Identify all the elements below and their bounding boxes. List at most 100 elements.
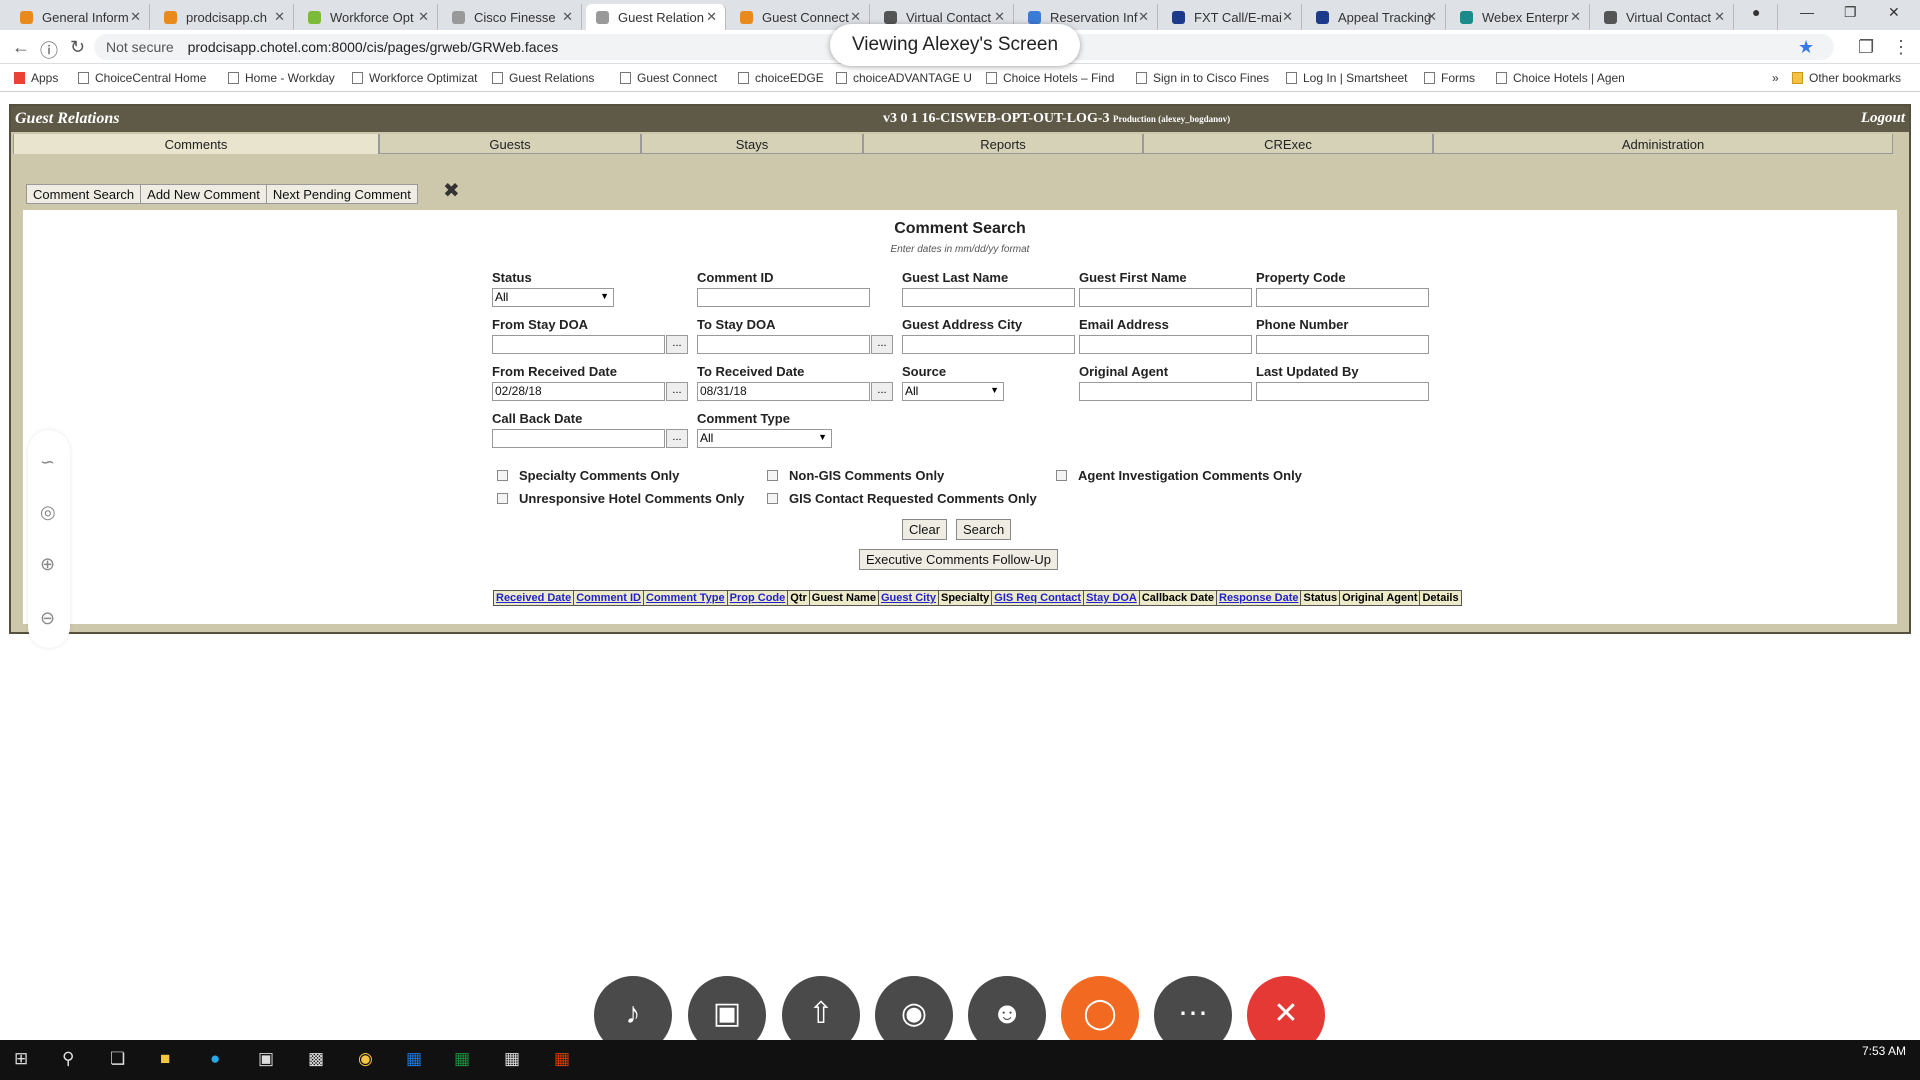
tab-crexec[interactable]: CRExec bbox=[1143, 134, 1433, 154]
date-picker-button[interactable]: ... bbox=[666, 335, 688, 354]
search-icon[interactable]: ⚲ bbox=[62, 1049, 74, 1069]
close-tab-icon[interactable]: ✕ bbox=[1426, 9, 1437, 25]
cast-icon[interactable]: ❐ bbox=[1858, 37, 1874, 58]
tab-administration[interactable]: Administration bbox=[1433, 134, 1893, 154]
bookmark-item[interactable]: Workforce Optimizat bbox=[352, 71, 477, 85]
close-tab-icon[interactable]: ✕ bbox=[1138, 9, 1149, 25]
column-header[interactable]: Response Date bbox=[1215, 590, 1302, 606]
bookmark-item[interactable]: choiceEDGE bbox=[738, 71, 824, 85]
other-bookmarks[interactable]: Other bookmarks bbox=[1792, 71, 1901, 85]
close-tab-icon[interactable]: ✕ bbox=[994, 9, 1005, 25]
browser-tab[interactable]: Appeal Tracking ✕ bbox=[1306, 4, 1446, 30]
tab-reports[interactable]: Reports bbox=[863, 134, 1143, 154]
reload-icon[interactable]: ↻ bbox=[70, 37, 85, 58]
bookmark-item[interactable]: Sign in to Cisco Fines bbox=[1136, 71, 1269, 85]
agent-investigation-checkbox[interactable]: Agent Investigation Comments Only bbox=[1056, 468, 1302, 483]
restore-window-icon[interactable]: ❐ bbox=[1844, 4, 1857, 21]
comment-search-button[interactable]: Comment Search bbox=[26, 184, 142, 204]
close-tab-icon[interactable]: ✕ bbox=[706, 9, 717, 25]
browser-tab[interactable]: General Inform ✕ bbox=[10, 4, 150, 30]
back-icon[interactable]: ← bbox=[12, 37, 30, 58]
pen-icon[interactable]: ∽ bbox=[40, 452, 55, 473]
last-updated-by-field[interactable] bbox=[1256, 382, 1429, 401]
close-tab-icon[interactable]: ✕ bbox=[418, 9, 429, 25]
checkbox-box[interactable] bbox=[497, 470, 508, 481]
bookmark-item[interactable]: Home - Workday bbox=[228, 71, 335, 85]
from-stay-doa-field[interactable] bbox=[492, 335, 665, 354]
info-icon[interactable]: ⓘ bbox=[40, 37, 58, 63]
browser-tab[interactable]: Virtual Contact ✕ bbox=[1594, 4, 1734, 30]
menu-icon[interactable]: ⋮ bbox=[1892, 37, 1910, 58]
close-window-icon[interactable]: ✕ bbox=[1888, 4, 1900, 21]
close-tab-icon[interactable]: ✕ bbox=[274, 9, 285, 25]
column-header[interactable]: Comment Type bbox=[643, 590, 728, 606]
sticky-notes-icon[interactable]: ▩ bbox=[308, 1049, 324, 1069]
bookmark-star-icon[interactable]: ★ bbox=[1798, 37, 1814, 58]
zoom-in-icon[interactable]: ⊕ bbox=[40, 554, 55, 575]
task-view-icon[interactable]: ❏ bbox=[110, 1049, 125, 1069]
checkbox-box[interactable] bbox=[767, 470, 778, 481]
column-header[interactable]: Stay DOA bbox=[1083, 590, 1140, 606]
bookmark-item[interactable]: Guest Relations bbox=[492, 71, 594, 85]
acrobat-icon[interactable]: ▦ bbox=[554, 1049, 570, 1069]
date-picker-button[interactable]: ... bbox=[666, 382, 688, 401]
browser-tab[interactable]: Guest Relation ✕ bbox=[586, 4, 726, 30]
tab-stays[interactable]: Stays bbox=[641, 134, 863, 154]
bookmark-item[interactable]: Forms bbox=[1424, 71, 1475, 85]
skype-icon[interactable]: ● bbox=[210, 1049, 220, 1069]
close-tab-icon[interactable]: ✕ bbox=[562, 9, 573, 25]
status-select[interactable]: All ▼ bbox=[492, 288, 614, 307]
browser-tab[interactable]: FXT Call/E-mai ✕ bbox=[1162, 4, 1302, 30]
tab-comments[interactable]: Comments bbox=[13, 134, 379, 154]
column-header[interactable]: GIS Req Contact bbox=[991, 590, 1085, 606]
column-header[interactable]: Guest City bbox=[877, 590, 939, 606]
bookmark-item[interactable]: Guest Connect bbox=[620, 71, 717, 85]
bookmarks-overflow-icon[interactable]: » bbox=[1772, 71, 1779, 85]
browser-tab[interactable]: Cisco Finesse ✕ bbox=[442, 4, 582, 30]
phone-number-field[interactable] bbox=[1256, 335, 1429, 354]
minimize-window-icon[interactable]: — bbox=[1800, 4, 1814, 20]
comment-id-field[interactable] bbox=[697, 288, 870, 307]
bookmark-item[interactable]: Apps bbox=[14, 71, 58, 85]
column-header[interactable]: Prop Code bbox=[726, 590, 789, 606]
add-new-comment-button[interactable]: Add New Comment bbox=[140, 184, 267, 204]
close-tab-icon[interactable]: ✕ bbox=[1282, 9, 1293, 25]
search-button[interactable]: Search bbox=[956, 519, 1012, 540]
date-picker-button[interactable]: ... bbox=[666, 429, 688, 448]
browser-tab[interactable]: Workforce Opt ✕ bbox=[298, 4, 438, 30]
call-back-date-field[interactable] bbox=[492, 429, 665, 448]
calculator-icon[interactable]: ▦ bbox=[504, 1049, 520, 1069]
date-picker-button[interactable]: ... bbox=[871, 382, 893, 401]
checkbox-box[interactable] bbox=[767, 493, 778, 504]
bookmark-item[interactable]: Log In | Smartsheet bbox=[1286, 71, 1408, 85]
logout-link[interactable]: Logout bbox=[1861, 110, 1905, 127]
source-select[interactable]: All ▼ bbox=[902, 382, 1004, 401]
clear-button[interactable]: Clear bbox=[902, 519, 948, 540]
guest-first-name-field[interactable] bbox=[1079, 288, 1252, 307]
column-header[interactable]: Comment ID bbox=[573, 590, 644, 606]
zoom-out-icon[interactable]: ⊖ bbox=[40, 608, 55, 629]
profile-icon[interactable]: ● bbox=[1752, 4, 1760, 20]
checkbox-box[interactable] bbox=[497, 493, 508, 504]
checkbox-box[interactable] bbox=[1056, 470, 1067, 481]
bookmark-item[interactable]: ChoiceCentral Home bbox=[78, 71, 206, 85]
outlook-icon[interactable]: ▦ bbox=[406, 1049, 422, 1069]
file-explorer-icon[interactable]: ■ bbox=[160, 1049, 170, 1069]
close-tab-icon[interactable]: ✕ bbox=[850, 9, 861, 25]
chrome-icon[interactable]: ◉ bbox=[358, 1049, 373, 1069]
specialty-comments-checkbox[interactable]: Specialty Comments Only bbox=[497, 468, 679, 483]
tools-icon[interactable]: ✖ bbox=[443, 178, 460, 203]
bookmark-item[interactable]: Choice Hotels – Find bbox=[986, 71, 1114, 85]
close-tab-icon[interactable]: ✕ bbox=[130, 9, 141, 25]
next-pending-comment-button[interactable]: Next Pending Comment bbox=[265, 184, 418, 204]
original-agent-field[interactable] bbox=[1079, 382, 1252, 401]
tab-guests[interactable]: Guests bbox=[379, 134, 641, 154]
non-gis-comments-checkbox[interactable]: Non-GIS Comments Only bbox=[767, 468, 944, 483]
from-received-date-field[interactable]: 02/28/18 bbox=[492, 382, 665, 401]
gis-contact-requested-checkbox[interactable]: GIS Contact Requested Comments Only bbox=[767, 491, 1037, 506]
comment-type-select[interactable]: All ▼ bbox=[697, 429, 832, 448]
to-stay-doa-field[interactable] bbox=[697, 335, 870, 354]
date-picker-button[interactable]: ... bbox=[871, 335, 893, 354]
column-header[interactable]: Received Date bbox=[492, 590, 575, 606]
bookmark-item[interactable]: Choice Hotels | Agen bbox=[1496, 71, 1625, 85]
